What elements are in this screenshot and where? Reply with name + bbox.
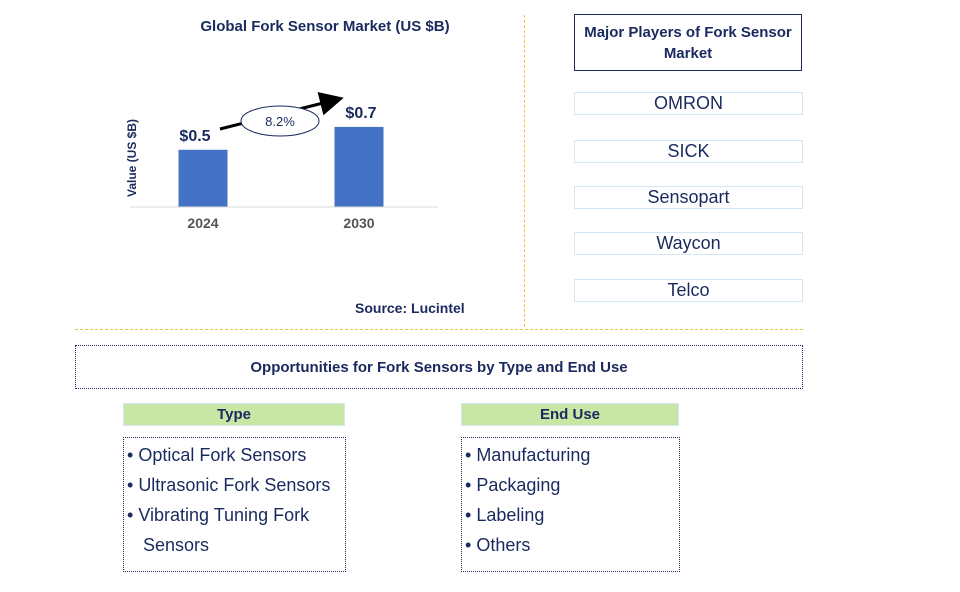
player-item: OMRON: [574, 92, 803, 115]
type-item: • Optical Fork Sensors: [127, 445, 307, 465]
type-item: • Vibrating Tuning Fork: [127, 505, 310, 525]
end-use-list: • Manufacturing • Packaging • Labeling •…: [461, 437, 680, 572]
player-item: Telco: [574, 279, 803, 302]
end-use-item: • Manufacturing: [465, 445, 591, 465]
end-use-heading: End Use: [461, 403, 679, 426]
player-item: Sensopart: [574, 186, 803, 209]
horizontal-divider: [75, 329, 803, 330]
player-item: SICK: [574, 140, 803, 163]
type-item-continued: Sensors: [143, 535, 210, 555]
source-note: Source: Lucintel: [355, 300, 465, 316]
opportunities-title: Opportunities for Fork Sensors by Type a…: [75, 345, 803, 389]
bar-2024: [178, 149, 228, 207]
vertical-divider: [524, 15, 525, 327]
type-list: • Optical Fork Sensors • Ultrasonic Fork…: [123, 437, 346, 572]
bar-chart: 2024 2030 $0.5 $0.7 8.2%: [130, 92, 438, 231]
end-use-item: • Others: [465, 535, 531, 555]
x-tick-label: 2024: [187, 215, 218, 231]
type-item: • Ultrasonic Fork Sensors: [127, 475, 331, 495]
x-tick-label: 2030: [343, 215, 374, 231]
end-use-item: • Packaging: [465, 475, 561, 495]
cagr-label: 8.2%: [265, 114, 295, 129]
chart-title: Global Fork Sensor Market (US $B): [200, 18, 450, 35]
data-label: $0.5: [179, 128, 210, 145]
data-label: $0.7: [345, 105, 376, 122]
type-heading: Type: [123, 403, 345, 426]
bar-2030: [334, 126, 384, 207]
players-title: Major Players of Fork Sensor Market: [574, 14, 802, 71]
end-use-item: • Labeling: [465, 505, 545, 525]
player-item: Waycon: [574, 232, 803, 255]
